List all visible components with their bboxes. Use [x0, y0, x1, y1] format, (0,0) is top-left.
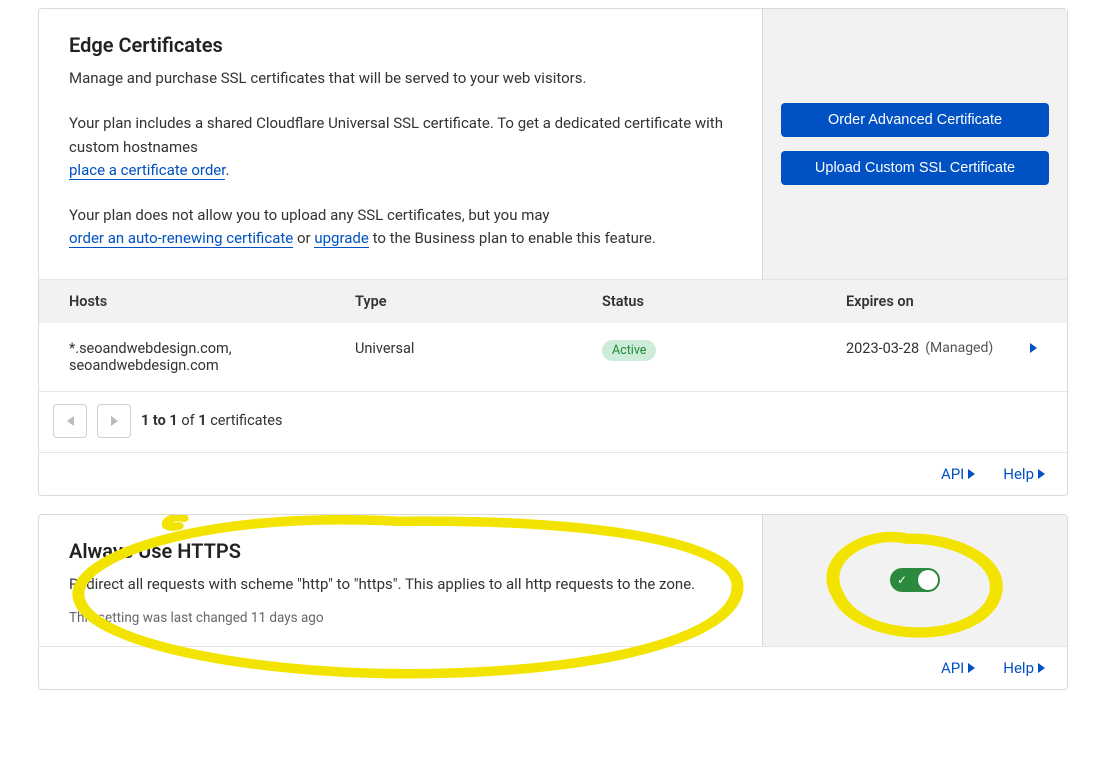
- edge-cert-noupload-b: to the Business plan to enable this feat…: [373, 229, 656, 247]
- https-action: ✓: [763, 515, 1067, 646]
- cert-table-header: Hosts Type Status Expires on: [39, 279, 1067, 323]
- edge-cert-plan-text: Your plan includes a shared Cloudflare U…: [69, 114, 723, 155]
- always-use-https-card: Always Use HTTPS Redirect all requests w…: [38, 514, 1068, 690]
- api-link[interactable]: API: [941, 659, 975, 677]
- https-content: Always Use HTTPS Redirect all requests w…: [39, 515, 763, 646]
- upload-custom-ssl-button[interactable]: Upload Custom SSL Certificate: [781, 151, 1049, 185]
- expand-row-icon[interactable]: [1013, 340, 1037, 357]
- status-badge: Active: [602, 340, 656, 361]
- edge-cert-top: Edge Certificates Manage and purchase SS…: [39, 9, 1067, 279]
- upgrade-link[interactable]: upgrade: [314, 229, 368, 248]
- col-status-header: Status: [602, 293, 846, 310]
- caret-right-icon: [1038, 469, 1045, 479]
- pagination: 1 to 1 of 1 certificates: [39, 391, 1067, 452]
- edge-cert-footer: API Help: [39, 452, 1067, 495]
- https-top: Always Use HTTPS Redirect all requests w…: [39, 515, 1067, 646]
- table-row[interactable]: *.seoandwebdesign.com, seoandwebdesign.c…: [39, 323, 1067, 391]
- https-desc: Redirect all requests with scheme "http"…: [69, 573, 732, 596]
- col-type-header: Type: [355, 293, 602, 310]
- cert-type: Universal: [355, 340, 602, 357]
- col-expires-header: Expires on: [846, 293, 1013, 310]
- api-link[interactable]: API: [941, 465, 975, 483]
- chevron-right-icon: [111, 416, 118, 426]
- pagination-text: 1 to 1 of 1 certificates: [141, 412, 282, 429]
- prev-page-button[interactable]: [53, 404, 87, 438]
- place-certificate-order-link[interactable]: place a certificate order: [69, 161, 225, 180]
- cert-hosts: *.seoandwebdesign.com, seoandwebdesign.c…: [69, 340, 355, 374]
- help-link[interactable]: Help: [1003, 659, 1045, 677]
- edge-cert-plan: Your plan includes a shared Cloudflare U…: [69, 112, 732, 182]
- edge-cert-noupload-a: Your plan does not allow you to upload a…: [69, 206, 550, 224]
- caret-right-icon: [968, 663, 975, 673]
- cert-expires-date: 2023-03-28: [846, 340, 919, 357]
- https-footer: API Help: [39, 646, 1067, 689]
- edge-cert-noupload: Your plan does not allow you to upload a…: [69, 204, 732, 251]
- https-title: Always Use HTTPS: [69, 539, 732, 563]
- order-auto-renewing-cert-link[interactable]: order an auto-renewing certificate: [69, 229, 293, 248]
- edge-cert-actions: Order Advanced Certificate Upload Custom…: [763, 9, 1067, 279]
- edge-cert-content: Edge Certificates Manage and purchase SS…: [39, 9, 763, 279]
- check-icon: ✓: [897, 573, 907, 587]
- col-hosts-header: Hosts: [69, 293, 355, 310]
- caret-right-icon: [968, 469, 975, 479]
- toggle-knob: [918, 570, 938, 590]
- https-last-changed: This setting was last changed 11 days ag…: [69, 610, 732, 626]
- help-link[interactable]: Help: [1003, 465, 1045, 483]
- cert-expires: 2023-03-28 (Managed): [846, 340, 1013, 357]
- order-advanced-certificate-button[interactable]: Order Advanced Certificate: [781, 103, 1049, 137]
- cert-managed-label: (Managed): [925, 340, 993, 356]
- caret-right-icon: [1038, 663, 1045, 673]
- edge-certificates-card: Edge Certificates Manage and purchase SS…: [38, 8, 1068, 496]
- edge-cert-title: Edge Certificates: [69, 33, 732, 57]
- always-use-https-toggle[interactable]: ✓: [890, 568, 940, 592]
- cert-status: Active: [602, 340, 846, 361]
- chevron-left-icon: [67, 416, 74, 426]
- next-page-button[interactable]: [97, 404, 131, 438]
- edge-cert-intro: Manage and purchase SSL certificates tha…: [69, 67, 732, 90]
